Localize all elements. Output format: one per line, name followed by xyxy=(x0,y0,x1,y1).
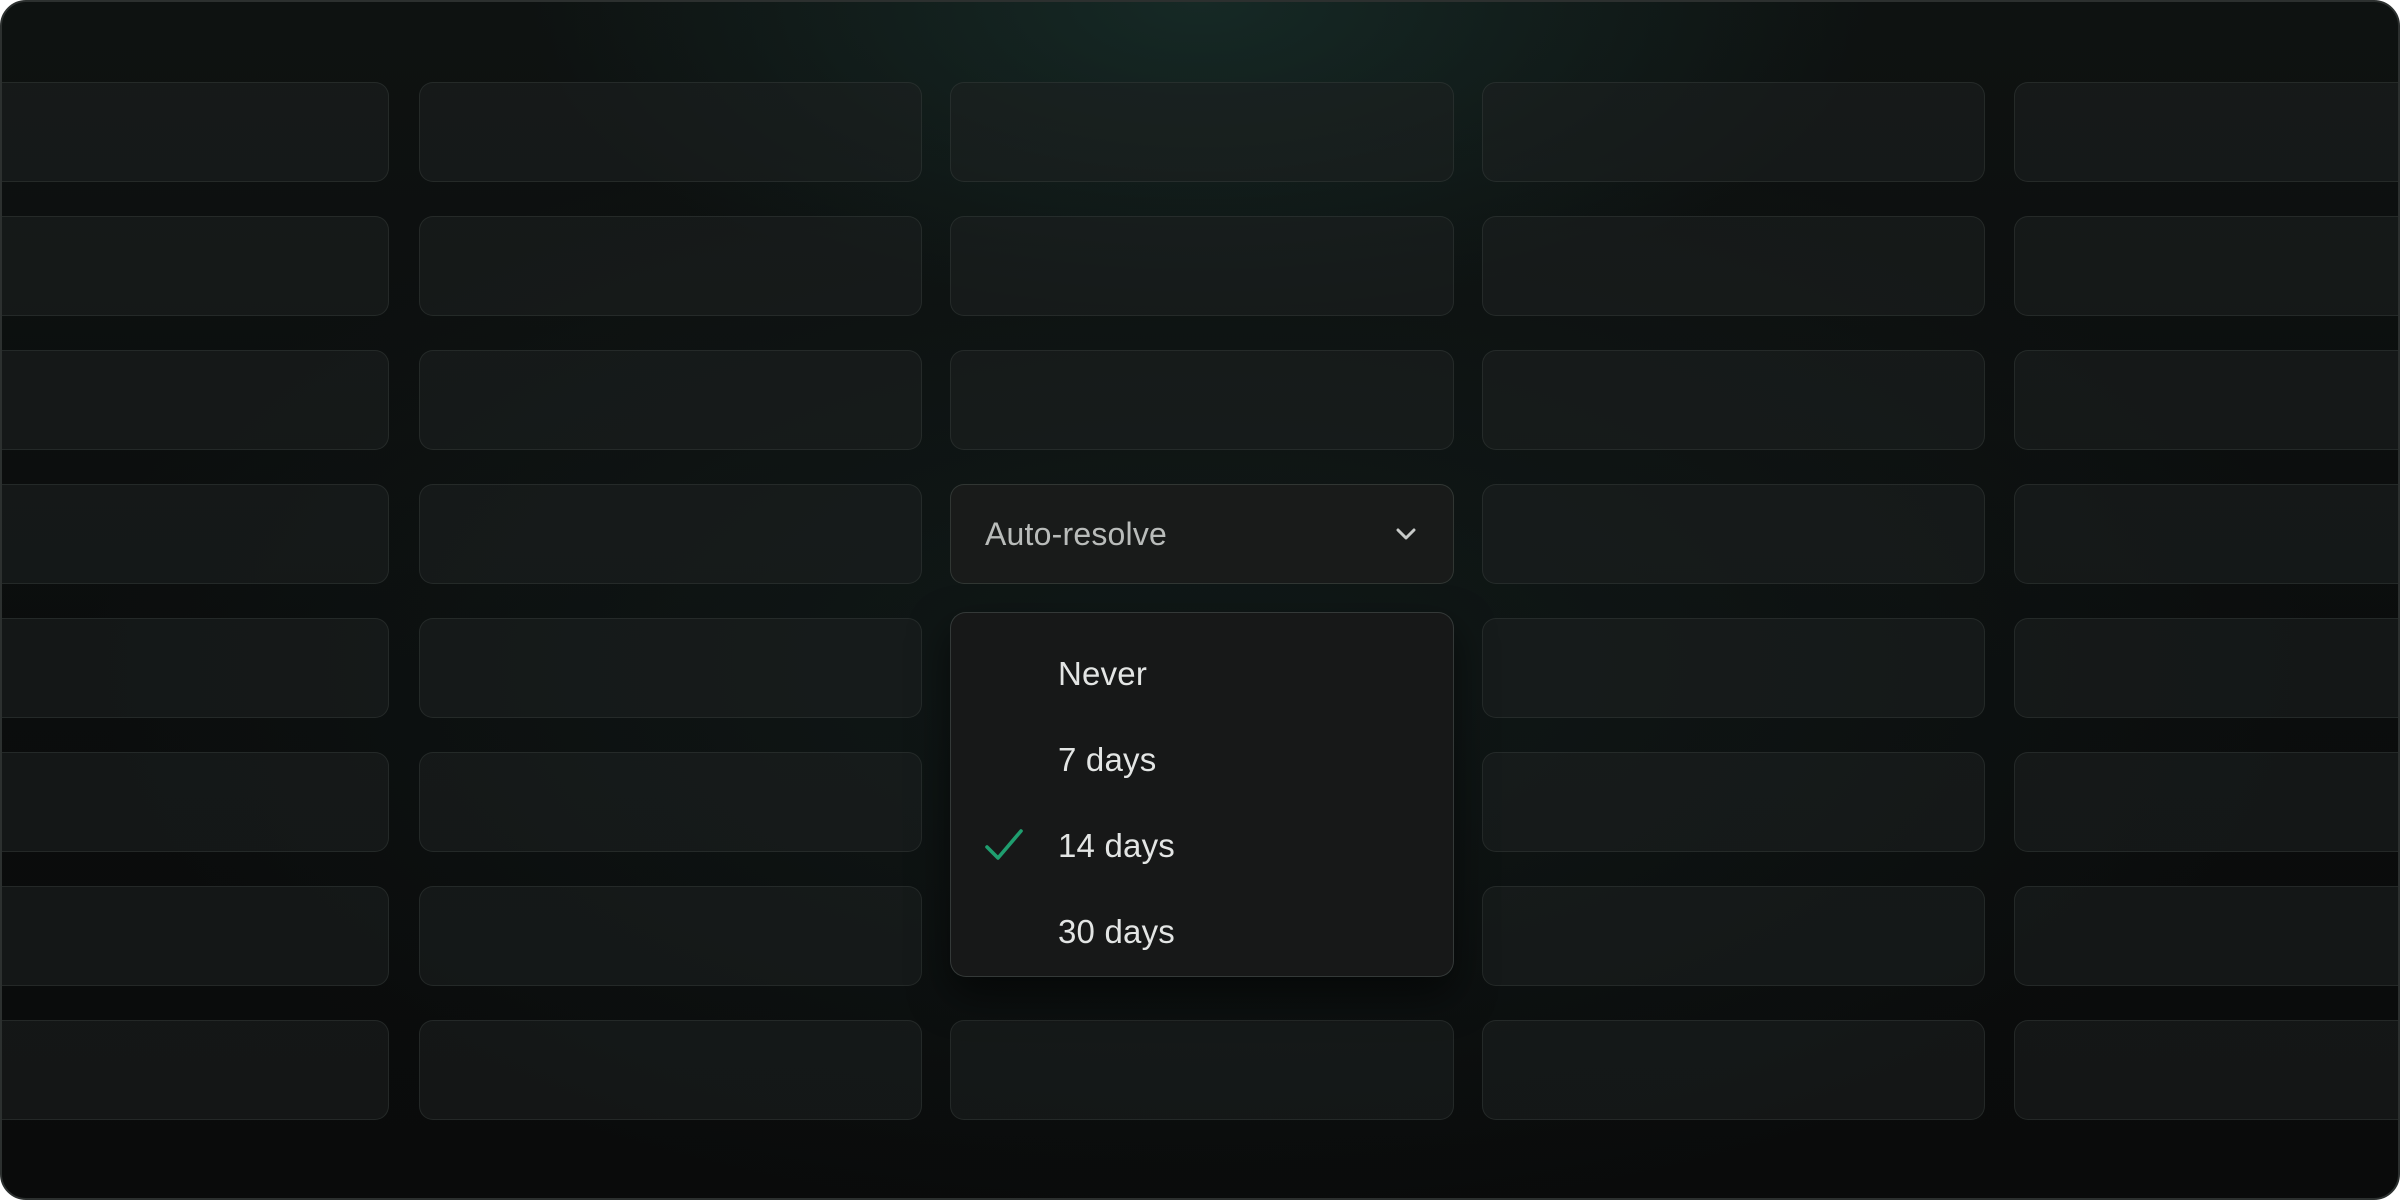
placeholder-cell xyxy=(1482,82,1985,182)
placeholder-cell xyxy=(2014,1020,2398,1120)
placeholder-cell xyxy=(2014,886,2398,986)
placeholder-cell xyxy=(2,752,389,852)
placeholder-cell xyxy=(2,216,389,316)
placeholder-cell xyxy=(419,484,922,584)
menu-option-label: Never xyxy=(1058,655,1148,692)
placeholder-cell xyxy=(1482,886,1985,986)
placeholder-cell xyxy=(2,886,389,986)
auto-resolve-dropdown-menu: Never 7 days 14 days 30 days xyxy=(950,612,1454,977)
placeholder-cell xyxy=(1482,484,1985,584)
placeholder-cell xyxy=(950,216,1454,316)
menu-option-label: 7 days xyxy=(1058,741,1157,778)
placeholder-cell xyxy=(950,350,1454,450)
menu-option-label: 30 days xyxy=(1058,913,1175,950)
placeholder-cell xyxy=(1482,216,1985,316)
placeholder-cell xyxy=(2014,752,2398,852)
placeholder-cell xyxy=(2,82,389,182)
placeholder-cell xyxy=(950,1020,1454,1120)
placeholder-cell xyxy=(2014,350,2398,450)
placeholder-cell xyxy=(419,216,922,316)
placeholder-cell xyxy=(419,82,922,182)
menu-option-label: 14 days xyxy=(1058,827,1175,864)
placeholder-cell xyxy=(419,1020,922,1120)
placeholder-cell xyxy=(2,350,389,450)
menu-option-never[interactable]: Never xyxy=(951,631,1453,717)
placeholder-cell xyxy=(2014,484,2398,584)
select-label: Auto-resolve xyxy=(985,515,1168,552)
placeholder-cell xyxy=(419,618,922,718)
placeholder-cell xyxy=(419,752,922,852)
placeholder-grid xyxy=(2,2,2398,1198)
chevron-down-icon[interactable] xyxy=(1393,521,1419,547)
placeholder-cell xyxy=(419,350,922,450)
placeholder-cell xyxy=(2014,216,2398,316)
check-icon xyxy=(983,825,1025,867)
placeholder-cell xyxy=(2,484,389,584)
placeholder-cell xyxy=(2014,82,2398,182)
placeholder-cell xyxy=(2,618,389,718)
placeholder-cell xyxy=(419,886,922,986)
placeholder-cell xyxy=(1482,618,1985,718)
placeholder-cell xyxy=(950,82,1454,182)
menu-option-7-days[interactable]: 7 days xyxy=(951,717,1453,803)
placeholder-cell xyxy=(2,1020,389,1120)
menu-option-14-days[interactable]: 14 days xyxy=(951,803,1453,889)
placeholder-cell xyxy=(1482,350,1985,450)
placeholder-cell xyxy=(2014,618,2398,718)
menu-option-30-days[interactable]: 30 days xyxy=(951,889,1453,975)
placeholder-cell xyxy=(1482,752,1985,852)
auto-resolve-select[interactable]: Auto-resolve xyxy=(950,484,1454,584)
placeholder-cell xyxy=(1482,1020,1985,1120)
app-window: Auto-resolve Never 7 days 14 days 30 day… xyxy=(0,0,2400,1200)
